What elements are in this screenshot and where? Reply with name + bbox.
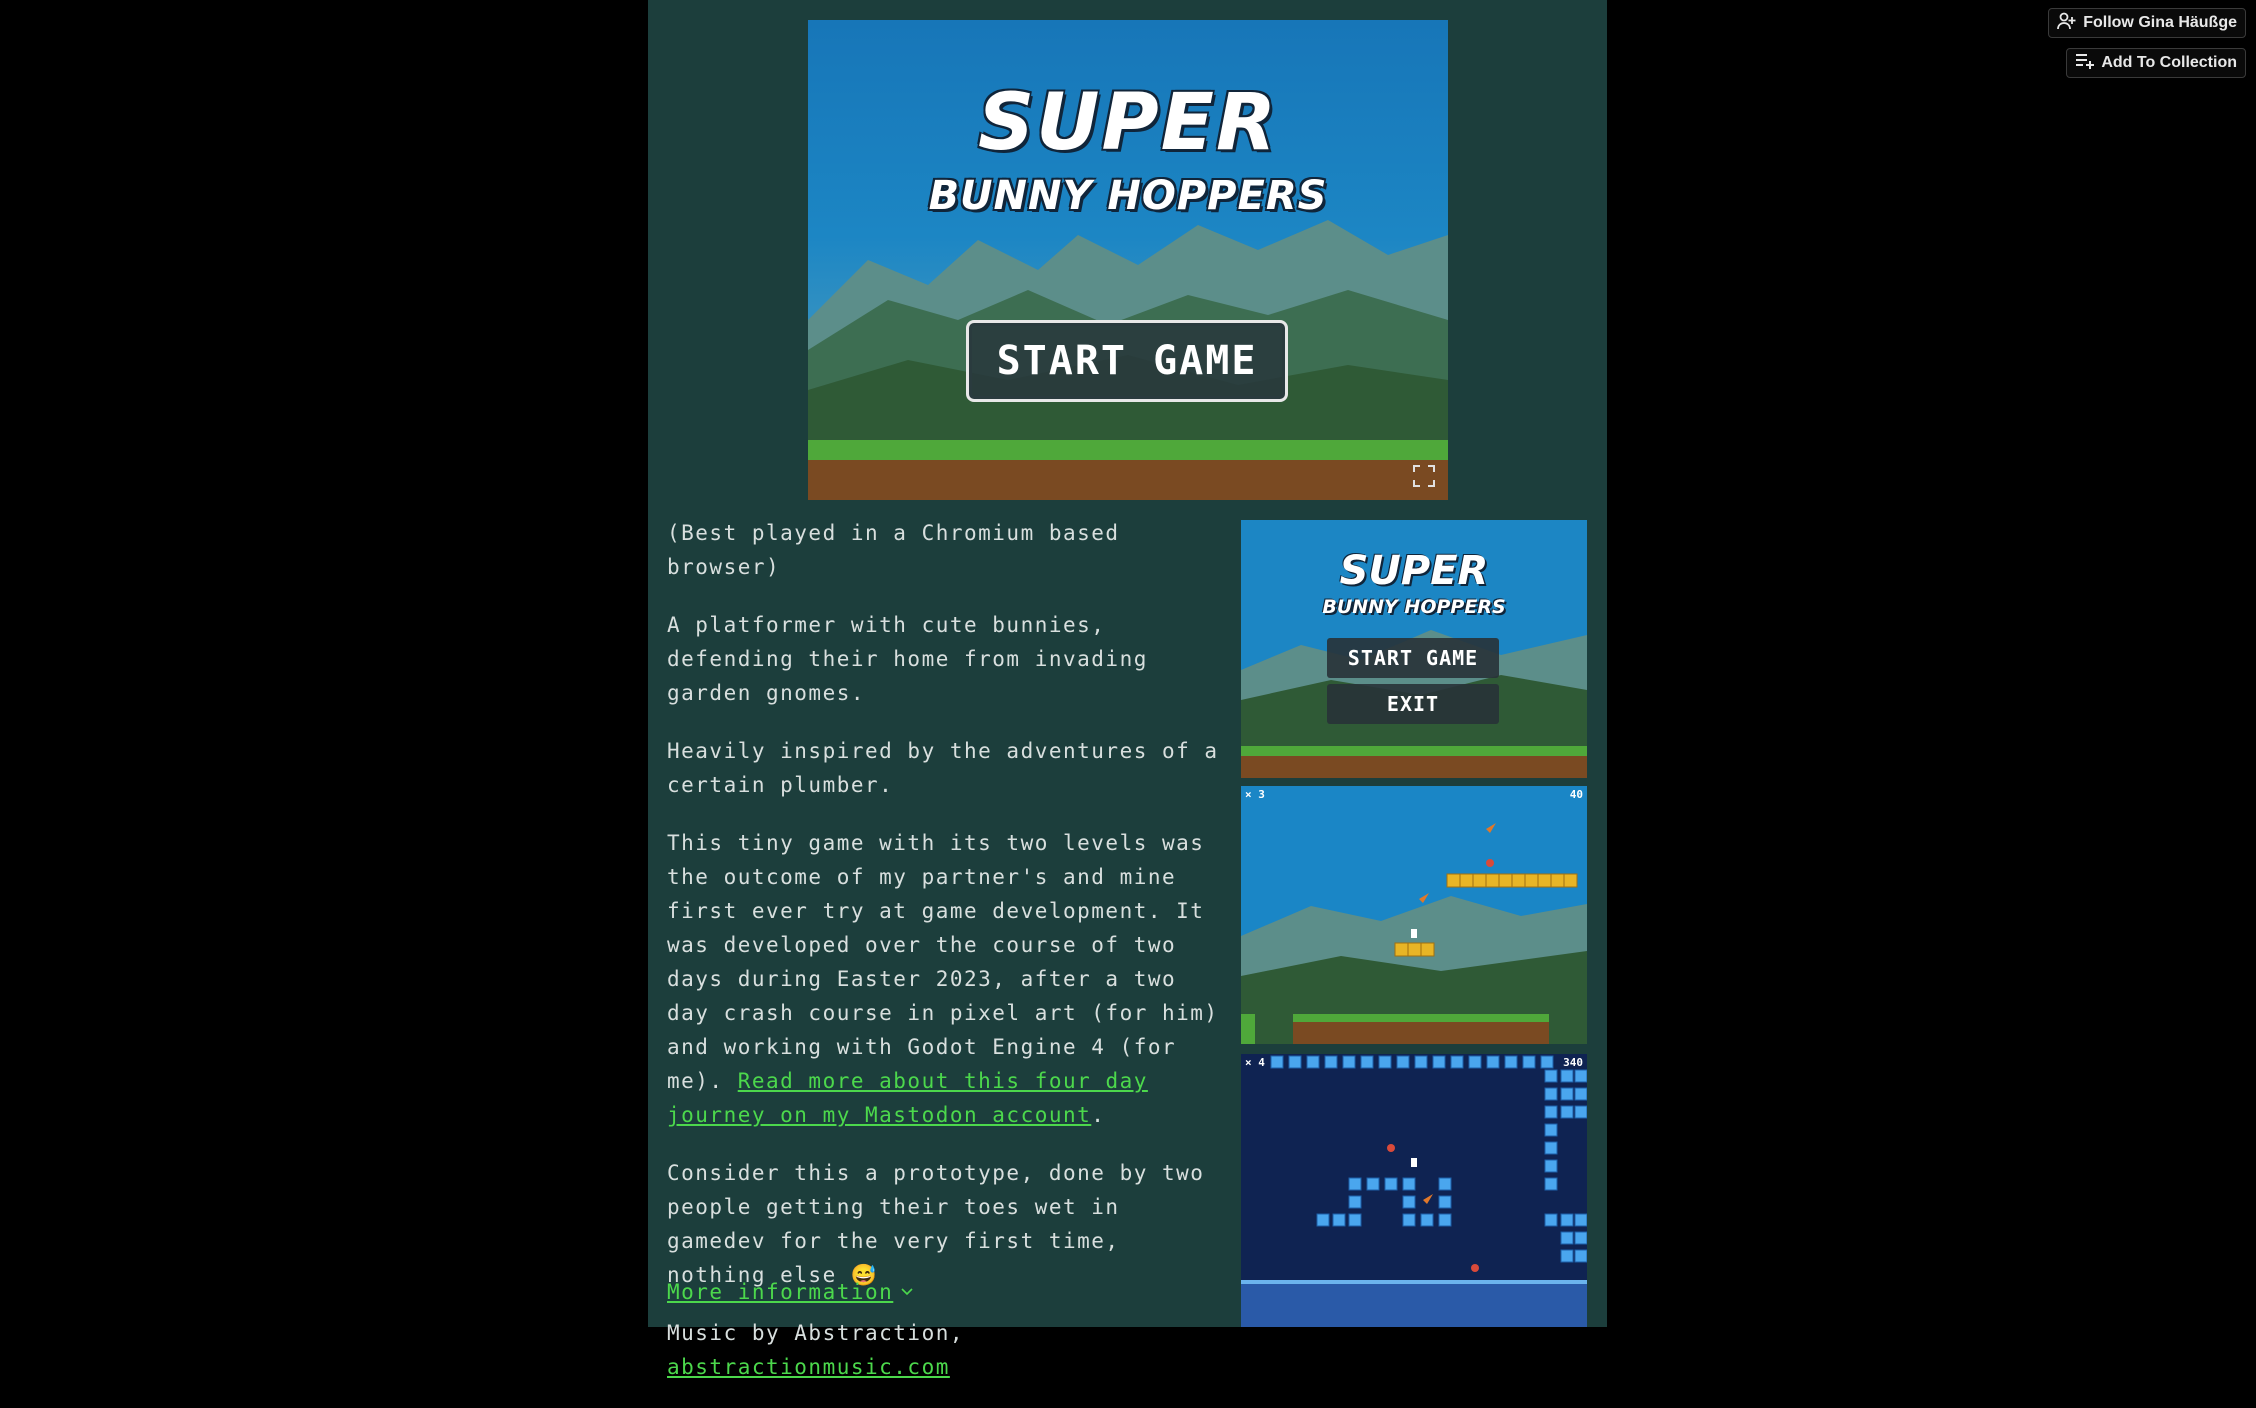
abstraction-music-link[interactable]: abstractionmusic.com [667,1355,950,1379]
start-game-button[interactable]: START GAME [966,320,1288,402]
more-information-label: More information [667,1280,894,1304]
screenshot-cave-scene [1241,1054,1587,1327]
description-paragraph: This tiny game with its two levels was t… [667,826,1227,1132]
description-text: This tiny game with its two levels was t… [667,831,1219,1093]
game-title-bunny-hoppers: BUNNY HOPPERS [928,173,1328,219]
description-text: . [1091,1103,1106,1127]
screenshot-title-bunny-hoppers: BUNNY HOPPERS [1322,596,1506,618]
score-counter: 340 [1563,1056,1583,1069]
game-title-super: SUPER [977,78,1279,168]
screenshot-exit-button: EXIT [1327,684,1499,724]
follow-label: Follow Gina Häußge [2083,14,2237,31]
screenshot-level-scene [1241,823,1587,1044]
follow-button[interactable]: Follow Gina Häußge [2048,8,2246,38]
playlist-add-icon [2075,52,2095,75]
collection-label: Add To Collection [2101,54,2237,71]
description-paragraph: (Best played in a Chromium based browser… [667,521,1120,579]
lives-counter: × 3 [1245,788,1265,801]
score-counter: 40 [1569,788,1583,801]
fullscreen-icon[interactable] [1412,464,1436,488]
screenshot-level-two[interactable]: × 4 340 [1241,1054,1587,1327]
description-text: Music by Abstraction, [667,1321,965,1345]
screenshot-start-button: START GAME [1327,638,1499,678]
more-information-toggle[interactable]: More information [667,1280,913,1304]
screenshot-title[interactable]: SUPER BUNNY HOPPERS START GAME EXIT [1241,520,1587,778]
description-paragraph: Heavily inspired by the adventures of a … [667,739,1219,797]
add-to-collection-button[interactable]: Add To Collection [2066,48,2246,78]
mastodon-link[interactable]: Read more about this four day journey on… [667,1069,1148,1127]
game-embed[interactable]: SUPER BUNNY HOPPERS START GAME [808,20,1448,500]
add-user-icon [2057,12,2077,35]
description-paragraph: A platformer with cute bunnies, defendin… [667,613,1148,705]
description-paragraph: Music by Abstraction, abstractionmusic.c… [667,1316,1227,1384]
screenshot-title-super: SUPER [1339,548,1489,594]
lives-counter: × 4 [1245,1056,1265,1069]
chevron-down-icon [901,1288,913,1296]
description-paragraph: Consider this a prototype, done by two p… [667,1161,1205,1287]
screenshot-level-one[interactable]: × 3 40 [1241,786,1587,1044]
game-description: (Best played in a Chromium based browser… [667,516,1227,1408]
